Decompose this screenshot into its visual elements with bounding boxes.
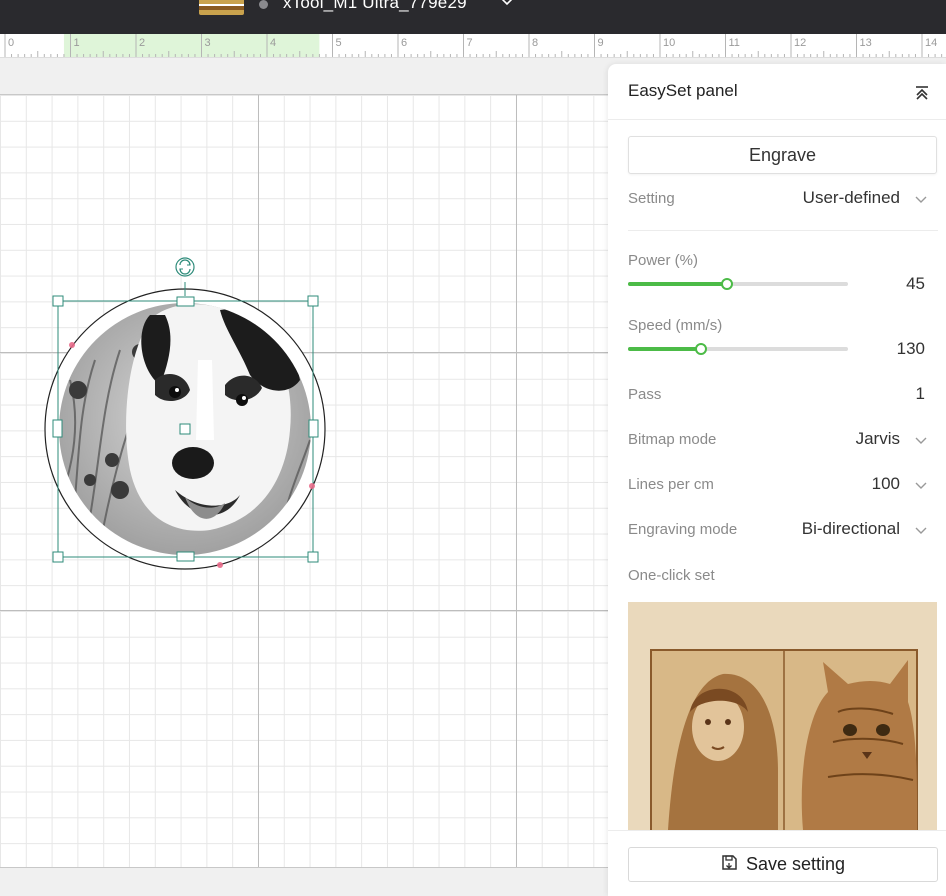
ruler-label: 1 xyxy=(74,37,80,49)
chevron-down-icon[interactable] xyxy=(914,524,928,543)
setting-select[interactable]: Setting User-defined xyxy=(628,188,928,212)
ruler-label: 4 xyxy=(270,37,276,49)
bitmap-mode-label: Bitmap mode xyxy=(628,431,717,448)
chevron-down-icon[interactable] xyxy=(914,434,928,453)
bitmap-mode-select[interactable]: Bitmap mode Jarvis xyxy=(628,429,928,453)
engraving-mode-select[interactable]: Engraving mode Bi-directional xyxy=(628,519,928,543)
device-thumbnail xyxy=(199,0,244,15)
ruler-label: 13 xyxy=(860,37,872,49)
ruler-scale: 0 1 2 3 4 5 6 7 8 9 10 11 12 13 14 xyxy=(4,34,943,57)
speed-label: Speed (mm/s) xyxy=(628,317,723,334)
ruler-label: 7 xyxy=(467,37,473,49)
easyset-panel: EasySet panel Engrave Setting User-defin… xyxy=(608,64,946,896)
ruler-label: 10 xyxy=(663,37,675,49)
pass-row: Pass 1 xyxy=(628,384,928,408)
power-label: Power (%) xyxy=(628,252,699,269)
power-slider-row: Power (%) 45 xyxy=(628,252,928,300)
bitmap-mode-value[interactable]: Jarvis xyxy=(856,429,900,449)
ruler-label: 12 xyxy=(794,37,806,49)
ruler-label: 2 xyxy=(139,37,145,49)
ruler-highlight xyxy=(63,34,320,57)
one-click-set-label: One-click set xyxy=(628,567,715,584)
speed-value[interactable]: 130 xyxy=(897,339,925,359)
ruler-label: 8 xyxy=(532,37,538,49)
power-slider[interactable] xyxy=(628,278,848,290)
engrave-mode-tab[interactable]: Engrave xyxy=(628,136,937,174)
collapse-panel-icon[interactable] xyxy=(911,82,933,104)
power-slider-fill xyxy=(628,282,727,286)
panel-title: EasySet panel xyxy=(628,81,738,100)
chevron-down-icon[interactable] xyxy=(914,479,928,498)
ruler-label: 6 xyxy=(401,37,407,49)
section-divider xyxy=(628,230,938,231)
chevron-down-icon[interactable] xyxy=(500,0,514,14)
power-slider-thumb[interactable] xyxy=(721,278,733,290)
lines-per-cm-select[interactable]: Lines per cm 100 xyxy=(628,474,928,498)
setting-label: Setting xyxy=(628,190,675,207)
panel-footer: Save setting xyxy=(608,830,946,896)
engraving-mode-label: Engraving mode xyxy=(628,521,738,538)
save-setting-button[interactable]: Save setting xyxy=(628,847,938,882)
engraving-mode-value[interactable]: Bi-directional xyxy=(802,519,900,539)
save-icon xyxy=(721,854,738,876)
speed-slider[interactable] xyxy=(628,343,848,355)
grid-major-line xyxy=(0,610,620,611)
ruler-label: 5 xyxy=(336,37,342,49)
workboard-grid[interactable] xyxy=(0,94,620,868)
horizontal-ruler: 0 1 2 3 4 5 6 7 8 9 10 11 12 13 14 xyxy=(0,34,946,58)
power-value[interactable]: 45 xyxy=(906,274,925,294)
ruler-label: 0 xyxy=(8,37,14,49)
ruler-label: 11 xyxy=(729,37,740,49)
speed-slider-fill xyxy=(628,347,701,351)
speed-slider-thumb[interactable] xyxy=(694,343,707,355)
lines-per-cm-value[interactable]: 100 xyxy=(872,474,900,494)
top-bar: xTool_M1 Ultra_779e29 xyxy=(0,0,946,34)
grid-major-line xyxy=(258,95,259,867)
ruler-label: 9 xyxy=(598,37,604,49)
setting-value[interactable]: User-defined xyxy=(803,188,900,208)
chevron-down-icon[interactable] xyxy=(914,193,928,212)
connection-status-dot xyxy=(259,0,268,9)
panel-header: EasySet panel xyxy=(608,64,946,120)
speed-slider-row: Speed (mm/s) 130 xyxy=(628,317,928,365)
device-name[interactable]: xTool_M1 Ultra_779e29 xyxy=(283,0,467,13)
save-setting-label: Save setting xyxy=(745,854,846,874)
ruler-label: 14 xyxy=(925,37,937,49)
engraving-sample-image xyxy=(628,602,937,830)
grid-major-line xyxy=(516,95,517,867)
pass-value[interactable]: 1 xyxy=(916,384,925,404)
pass-label: Pass xyxy=(628,386,662,403)
lines-per-cm-label: Lines per cm xyxy=(628,476,714,493)
grid-major-line xyxy=(0,352,620,353)
one-click-preset-preview[interactable] xyxy=(628,602,937,830)
ruler-label: 3 xyxy=(205,37,211,49)
